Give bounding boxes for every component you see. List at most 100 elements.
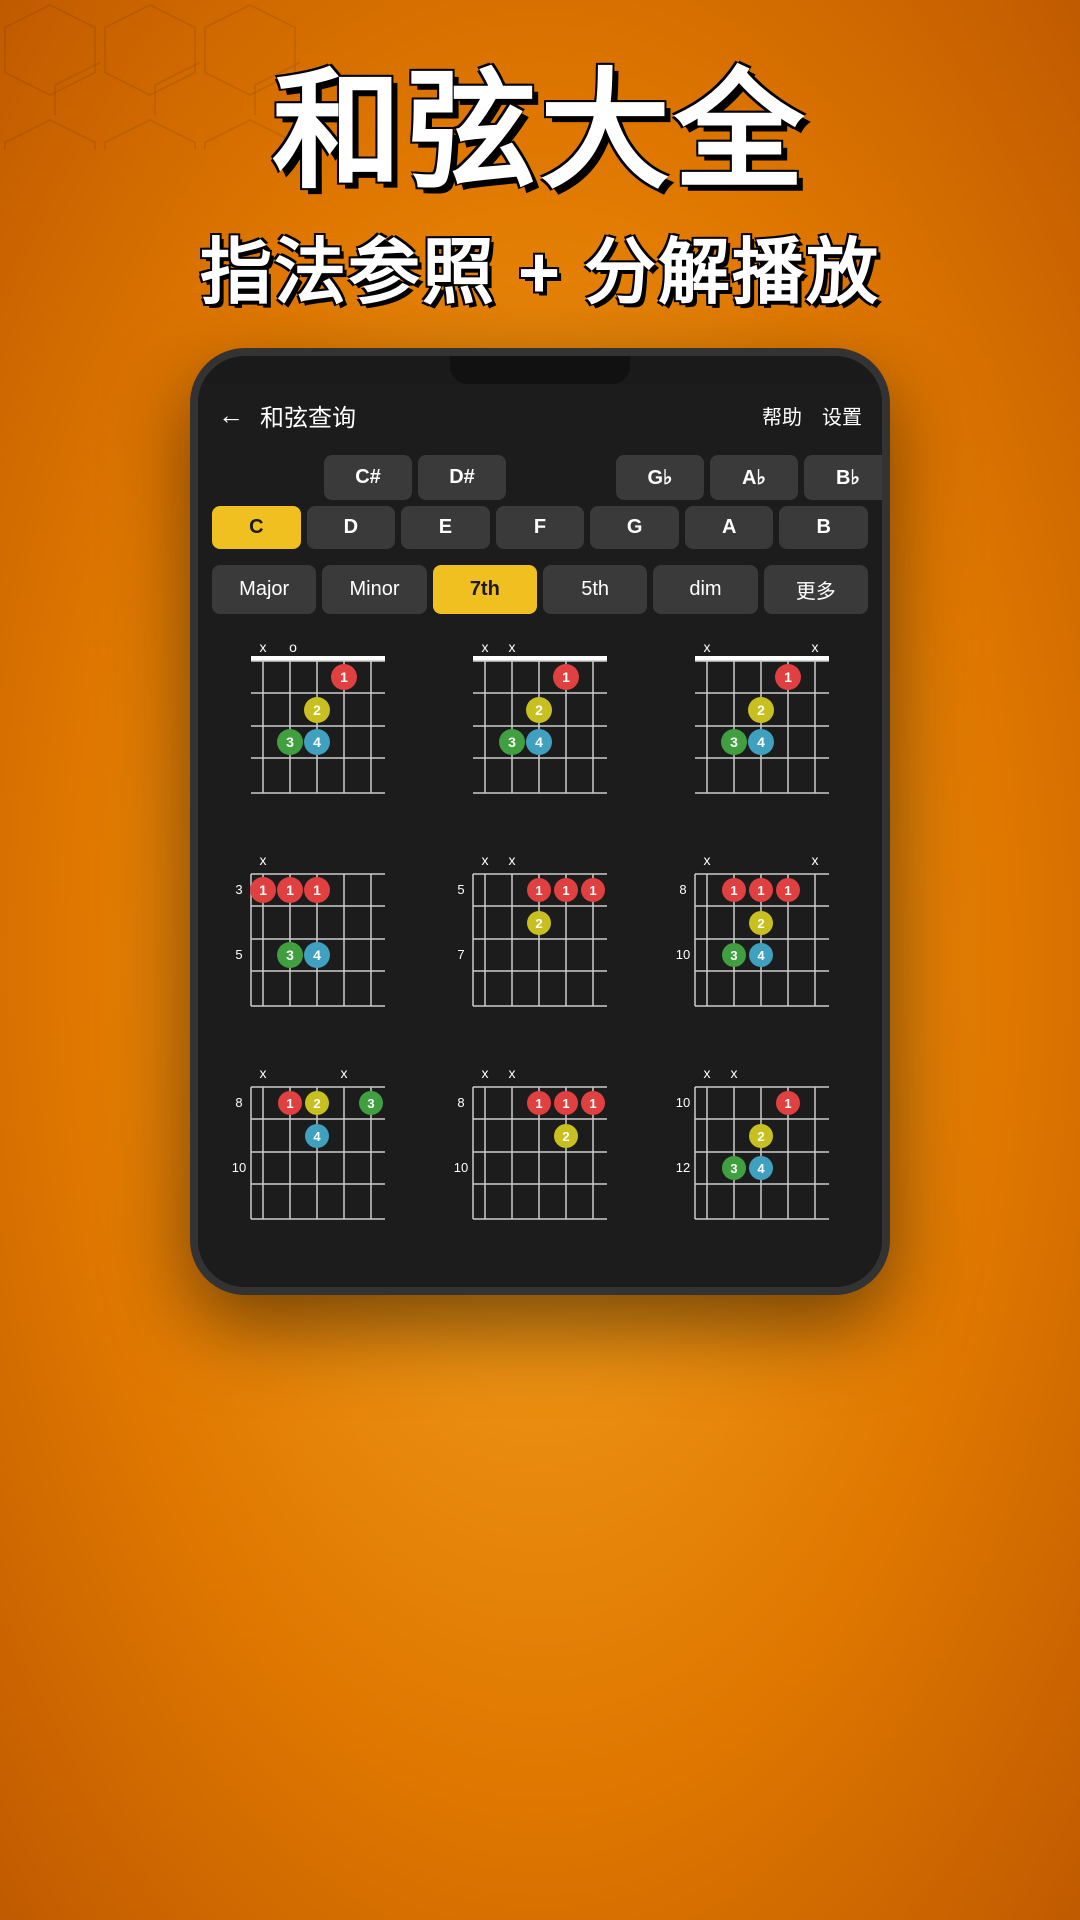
chord-diagram-1[interactable]: x o: [212, 630, 424, 833]
app-header: ← 和弦查询 帮助 设置: [198, 384, 882, 447]
chord-diagram-3[interactable]: x x 1 2: [656, 630, 868, 833]
svg-text:10: 10: [454, 1160, 468, 1175]
app-title: 和弦查询: [260, 398, 762, 433]
svg-text:o: o: [289, 639, 297, 655]
svg-text:x: x: [704, 639, 711, 655]
svg-text:3: 3: [286, 734, 294, 750]
note-g-flat[interactable]: G♭: [616, 455, 704, 500]
note-d[interactable]: D: [307, 506, 396, 549]
svg-text:3: 3: [730, 1161, 737, 1176]
svg-text:2: 2: [313, 702, 321, 718]
svg-text:8: 8: [679, 882, 686, 897]
chord-diagram-2[interactable]: x x 1 2: [434, 630, 646, 833]
svg-text:3: 3: [367, 1096, 374, 1111]
note-d-sharp[interactable]: D#: [418, 455, 506, 500]
svg-text:2: 2: [757, 702, 765, 718]
svg-text:1: 1: [784, 1096, 791, 1111]
note-b[interactable]: B: [779, 506, 868, 549]
phone-frame: ← 和弦查询 帮助 设置 C# D# G♭ A♭ B♭ C D: [190, 348, 890, 1295]
note-c[interactable]: C: [212, 506, 301, 549]
svg-text:1: 1: [259, 882, 267, 898]
phone-notch: [450, 356, 630, 384]
svg-text:1: 1: [535, 883, 542, 898]
svg-text:1: 1: [562, 669, 570, 685]
svg-text:3: 3: [730, 734, 738, 750]
svg-text:3: 3: [730, 948, 737, 963]
note-g[interactable]: G: [590, 506, 679, 549]
svg-text:5: 5: [457, 882, 464, 897]
note-b-flat[interactable]: B♭: [804, 455, 890, 500]
svg-text:x: x: [704, 1065, 711, 1081]
svg-text:4: 4: [757, 734, 765, 750]
svg-text:1: 1: [535, 1096, 542, 1111]
chord-diagram-9[interactable]: x x 10 12 1: [656, 1056, 868, 1259]
svg-text:2: 2: [535, 702, 543, 718]
svg-text:10: 10: [676, 1095, 690, 1110]
svg-text:3: 3: [235, 882, 242, 897]
svg-text:1: 1: [589, 883, 596, 898]
svg-text:1: 1: [286, 882, 294, 898]
svg-text:x: x: [731, 1065, 738, 1081]
svg-text:8: 8: [235, 1095, 242, 1110]
svg-text:x: x: [509, 1065, 516, 1081]
sharp-row: C# D# G♭ A♭ B♭: [212, 455, 868, 500]
svg-text:x: x: [509, 852, 516, 868]
note-f[interactable]: F: [496, 506, 585, 549]
svg-text:x: x: [812, 852, 819, 868]
note-selector: C# D# G♭ A♭ B♭ C D E F G A B: [198, 447, 882, 557]
chord-diagram-4[interactable]: x 3 5: [212, 843, 424, 1046]
svg-text:5: 5: [235, 947, 242, 962]
svg-text:x: x: [260, 1065, 267, 1081]
svg-text:12: 12: [676, 1160, 690, 1175]
svg-text:x: x: [260, 852, 267, 868]
svg-text:3: 3: [508, 734, 516, 750]
svg-text:1: 1: [757, 883, 764, 898]
type-minor[interactable]: Minor: [322, 565, 426, 614]
svg-text:x: x: [482, 1065, 489, 1081]
natural-row: C D E F G A B: [212, 506, 868, 549]
svg-text:1: 1: [286, 1096, 293, 1111]
chord-type-row: Major Minor 7th 5th dim 更多: [198, 557, 882, 622]
note-e[interactable]: E: [401, 506, 490, 549]
type-5th[interactable]: 5th: [543, 565, 647, 614]
svg-text:4: 4: [313, 947, 321, 963]
chord-diagram-8[interactable]: x x 8 10 1: [434, 1056, 646, 1259]
type-more[interactable]: 更多: [764, 565, 868, 614]
svg-text:1: 1: [313, 882, 321, 898]
svg-text:1: 1: [589, 1096, 596, 1111]
svg-text:1: 1: [784, 883, 791, 898]
phone-screen: ← 和弦查询 帮助 设置 C# D# G♭ A♭ B♭ C D: [198, 384, 882, 1287]
svg-text:x: x: [260, 639, 267, 655]
chord-diagram-7[interactable]: x x 8 10 1: [212, 1056, 424, 1259]
svg-text:x: x: [482, 639, 489, 655]
settings-button[interactable]: 设置: [822, 401, 862, 430]
title-area: 和弦大全 指法参照 + 分解播放: [0, 0, 1080, 348]
svg-text:10: 10: [232, 1160, 246, 1175]
svg-text:x: x: [341, 1065, 348, 1081]
chord-diagram-6[interactable]: x x 8 10 1: [656, 843, 868, 1046]
svg-text:10: 10: [676, 947, 690, 962]
type-dim[interactable]: dim: [653, 565, 757, 614]
svg-text:4: 4: [313, 1129, 321, 1144]
chord-diagram-5[interactable]: x x 5 7 1: [434, 843, 646, 1046]
note-c-sharp[interactable]: C#: [324, 455, 412, 500]
svg-text:4: 4: [535, 734, 543, 750]
svg-text:x: x: [704, 852, 711, 868]
main-title: 和弦大全: [0, 60, 1080, 203]
note-a[interactable]: A: [685, 506, 774, 549]
svg-text:7: 7: [457, 947, 464, 962]
svg-text:1: 1: [730, 883, 737, 898]
svg-text:4: 4: [757, 1161, 765, 1176]
type-7th[interactable]: 7th: [433, 565, 537, 614]
svg-text:1: 1: [340, 669, 348, 685]
svg-text:x: x: [482, 852, 489, 868]
help-button[interactable]: 帮助: [762, 401, 802, 430]
svg-text:2: 2: [313, 1096, 320, 1111]
type-major[interactable]: Major: [212, 565, 316, 614]
sub-title: 指法参照 + 分解播放: [0, 213, 1080, 318]
back-button[interactable]: ←: [218, 400, 244, 431]
svg-text:4: 4: [757, 948, 765, 963]
svg-text:1: 1: [784, 669, 792, 685]
header-actions: 帮助 设置: [762, 401, 862, 430]
note-a-flat[interactable]: A♭: [710, 455, 798, 500]
